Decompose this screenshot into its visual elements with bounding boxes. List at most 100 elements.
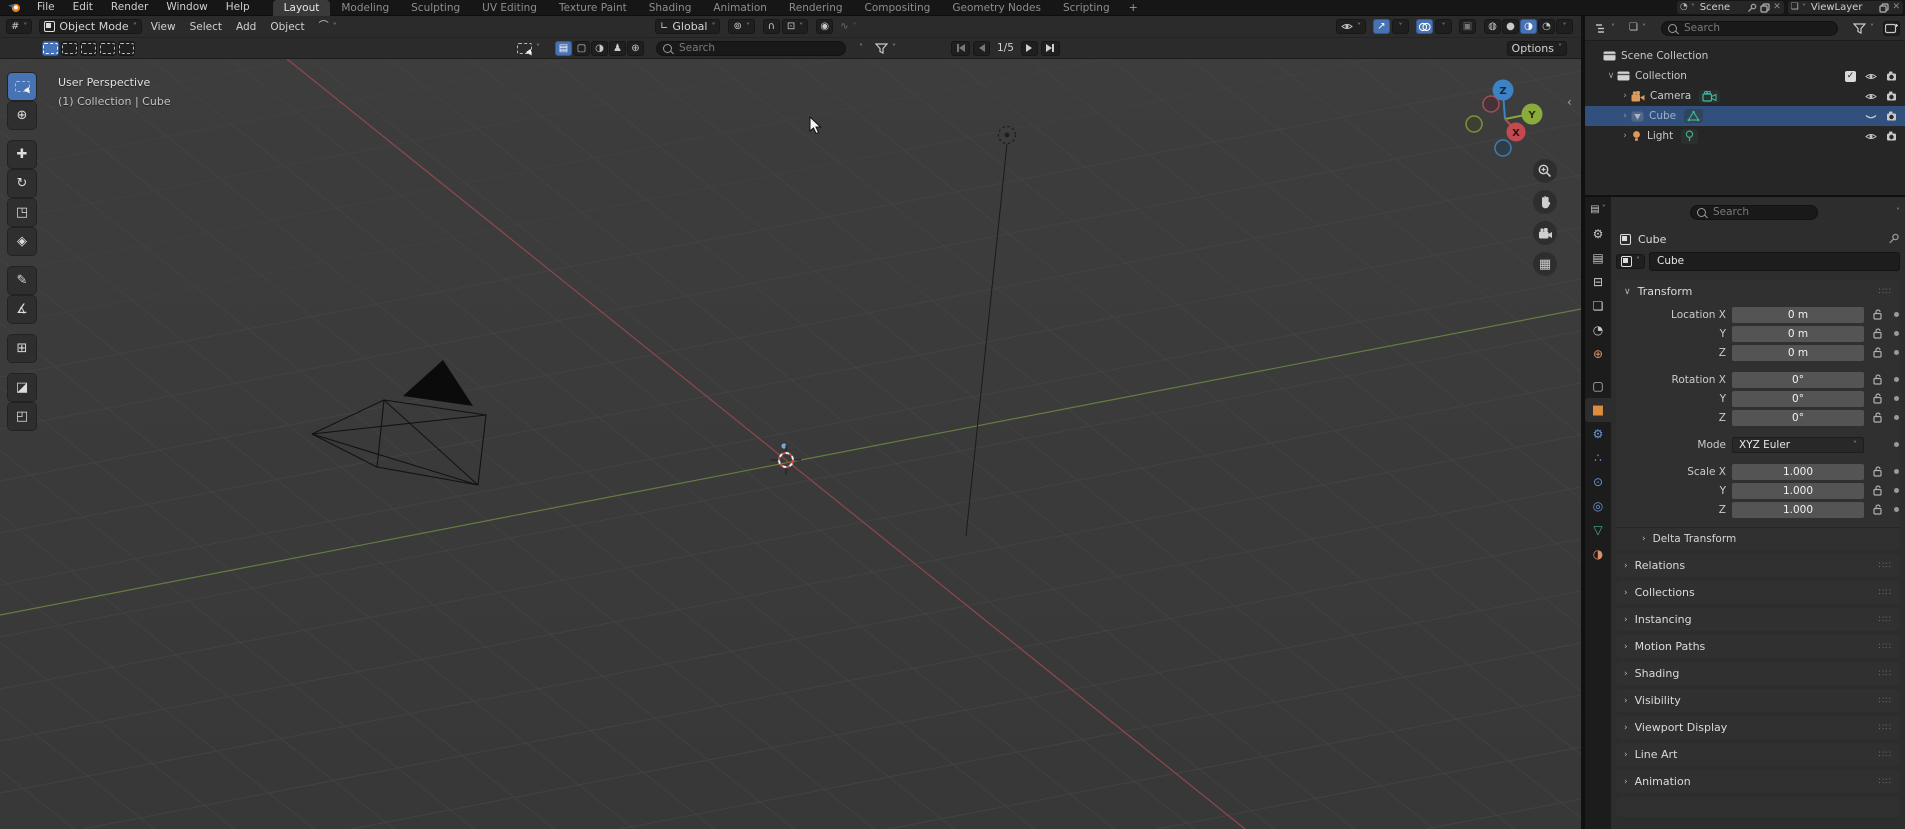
number-field[interactable]: 1.000 [1732,482,1864,499]
pivot-point-selector[interactable]: ⊚ ˅ [728,19,755,34]
camera-object[interactable] [311,399,487,486]
tool-annotate-button[interactable]: ✎ [8,267,36,294]
workspace-tab-modeling[interactable]: Modeling [330,0,400,16]
scene-selector[interactable]: ◔ ˅ Scene ✕ [1676,1,1784,14]
properties-search[interactable] [1690,204,1818,220]
filter-popover-button[interactable]: ˅ [870,41,901,56]
transform-orientation-selector[interactable]: ∟ Global ˅ [655,19,721,34]
outliner-row-scene-collection[interactable]: Scene Collection [1585,46,1905,66]
menu-render[interactable]: Render [102,0,157,15]
number-field[interactable]: 0° [1732,409,1864,426]
navigation-gizmo[interactable]: Z Y X [1454,71,1559,169]
outliner-row-collection[interactable]: ∨ Collection ✓ [1585,66,1905,86]
outliner-row-cube[interactable]: › Cube [1585,106,1905,126]
new-viewlayer-icon[interactable] [1879,2,1890,13]
panel-header[interactable]: › Relations ∷∷ [1616,554,1900,577]
panel-grip[interactable]: ∷∷ [1879,777,1892,787]
panel-grip[interactable]: ∷∷ [1879,642,1892,652]
rotation-mode-dropdown[interactable]: XYZ Euler ˅ [1732,436,1864,453]
properties-tab-render[interactable]: ▤ [1585,246,1611,270]
select-mode-subtract-button[interactable] [80,40,97,56]
expander-icon[interactable]: › [1619,111,1631,121]
filter-worlds-button[interactable]: ⊕ [627,40,644,56]
filter-materials-button[interactable]: ◑ [591,40,608,56]
camera-view-button[interactable] [1533,221,1557,245]
filter-objects-button[interactable]: ▢ [573,40,590,56]
eye-open-icon[interactable] [1865,72,1877,81]
render-visibility-icon[interactable] [1886,71,1899,81]
tool-measure-button[interactable]: ∡ [8,296,36,323]
tool-transform-button[interactable]: ◈ [8,228,36,255]
number-field[interactable]: 0 m [1732,306,1864,323]
page-next-button[interactable] [1020,40,1038,56]
light-object[interactable] [997,125,1017,145]
eye-closed-icon[interactable] [1865,112,1877,121]
unlock-icon[interactable] [1872,504,1882,515]
unlock-icon[interactable] [1872,309,1882,320]
menu-window[interactable]: Window [157,0,216,15]
menu-file[interactable]: File [28,0,64,15]
shading-rendered-button[interactable]: ◔ [1538,19,1555,34]
shading-options-button[interactable]: ˅ [1556,19,1573,34]
panel-header[interactable]: › Shading ∷∷ [1616,662,1900,685]
number-field[interactable]: 1.000 [1732,501,1864,518]
gizmo-toggle-button[interactable]: ↗ [1373,19,1390,34]
properties-tab-tool[interactable]: ⚙ [1585,222,1611,246]
display-settings-button[interactable]: ˅ [854,41,868,56]
eye-open-icon[interactable] [1865,92,1877,101]
properties-search-input[interactable] [1711,205,1811,219]
workspace-tab-sculpting[interactable]: Sculpting [400,0,471,16]
snap-toggle-button[interactable]: ∩ [762,19,780,34]
sidebar-collapse-arrow[interactable]: ‹ [1567,95,1572,109]
panel-header[interactable]: › Viewport Display ∷∷ [1616,716,1900,739]
animate-decorator-dot[interactable] [1894,442,1899,447]
pin-icon[interactable] [1747,3,1757,13]
expander-icon[interactable]: › [1619,91,1631,101]
breadcrumb-object[interactable]: Cube [1638,233,1666,246]
options-button[interactable]: Options ˅ [1506,40,1567,56]
workspace-tab-geometry-nodes[interactable]: Geometry Nodes [941,0,1052,16]
blender-logo-icon[interactable] [7,2,22,13]
properties-tab-data[interactable]: ▽ [1585,518,1611,542]
animate-decorator-dot[interactable] [1894,469,1899,474]
expander-icon[interactable]: › [1619,131,1631,141]
panel-header[interactable]: › Instancing ∷∷ [1616,608,1900,631]
outliner-row-light[interactable]: › Light [1585,126,1905,146]
add-workspace-button[interactable]: + [1121,0,1146,16]
pan-button[interactable] [1533,190,1557,214]
page-prev-button[interactable] [973,40,990,56]
select-mode-invert-button[interactable] [99,40,116,56]
outliner-item-label[interactable]: Scene Collection [1621,50,1708,62]
tool-cursor-button[interactable]: ⊕ [8,102,36,129]
panel-header[interactable]: › Line Art ∷∷ [1616,743,1900,766]
filter-poses-button[interactable]: ♟ [609,40,626,56]
outliner-display-mode[interactable]: ˅ [1590,21,1620,36]
animate-decorator-dot[interactable] [1894,331,1899,336]
workspace-tab-compositing[interactable]: Compositing [854,0,942,16]
outliner-item-label[interactable]: Light [1647,130,1673,142]
viewlayer-selector[interactable]: ❏ ˅ ViewLayer ✕ [1787,1,1903,14]
viewport-menu-object[interactable]: Object [263,21,311,33]
unlock-icon[interactable] [1872,328,1882,339]
3d-viewport[interactable]: User Perspective (1) Collection | Cube ⊕… [0,59,1581,829]
menu-edit[interactable]: Edit [64,0,102,15]
enable-checkbox[interactable]: ✓ [1845,70,1856,82]
panel-grip[interactable]: ∷∷ [1879,696,1892,706]
properties-tab-scene[interactable]: ◔ [1585,318,1611,342]
zoom-button[interactable] [1533,159,1557,183]
properties-tab-output[interactable]: ⊟ [1585,270,1611,294]
viewport-menu-view[interactable]: View [144,21,183,33]
render-visibility-icon[interactable] [1886,91,1899,101]
menu-help[interactable]: Help [217,0,259,15]
chevron-down-icon[interactable]: ˅ [1896,207,1900,217]
animate-decorator-dot[interactable] [1894,507,1899,512]
properties-tab-particles[interactable]: ∴ [1585,446,1611,470]
falloff-selector[interactable]: ∿ ˅ [835,19,861,34]
delete-viewlayer-icon[interactable]: ✕ [1892,1,1900,14]
properties-tab-constraints[interactable]: ◎ [1585,494,1611,518]
overlays-toggle-button[interactable] [1416,19,1433,34]
properties-tab-view-layer[interactable]: ❏ [1585,294,1611,318]
unlock-icon[interactable] [1872,347,1882,358]
toolbar-search[interactable] [656,40,846,56]
properties-tab-modifiers[interactable]: ⚙ [1585,422,1611,446]
